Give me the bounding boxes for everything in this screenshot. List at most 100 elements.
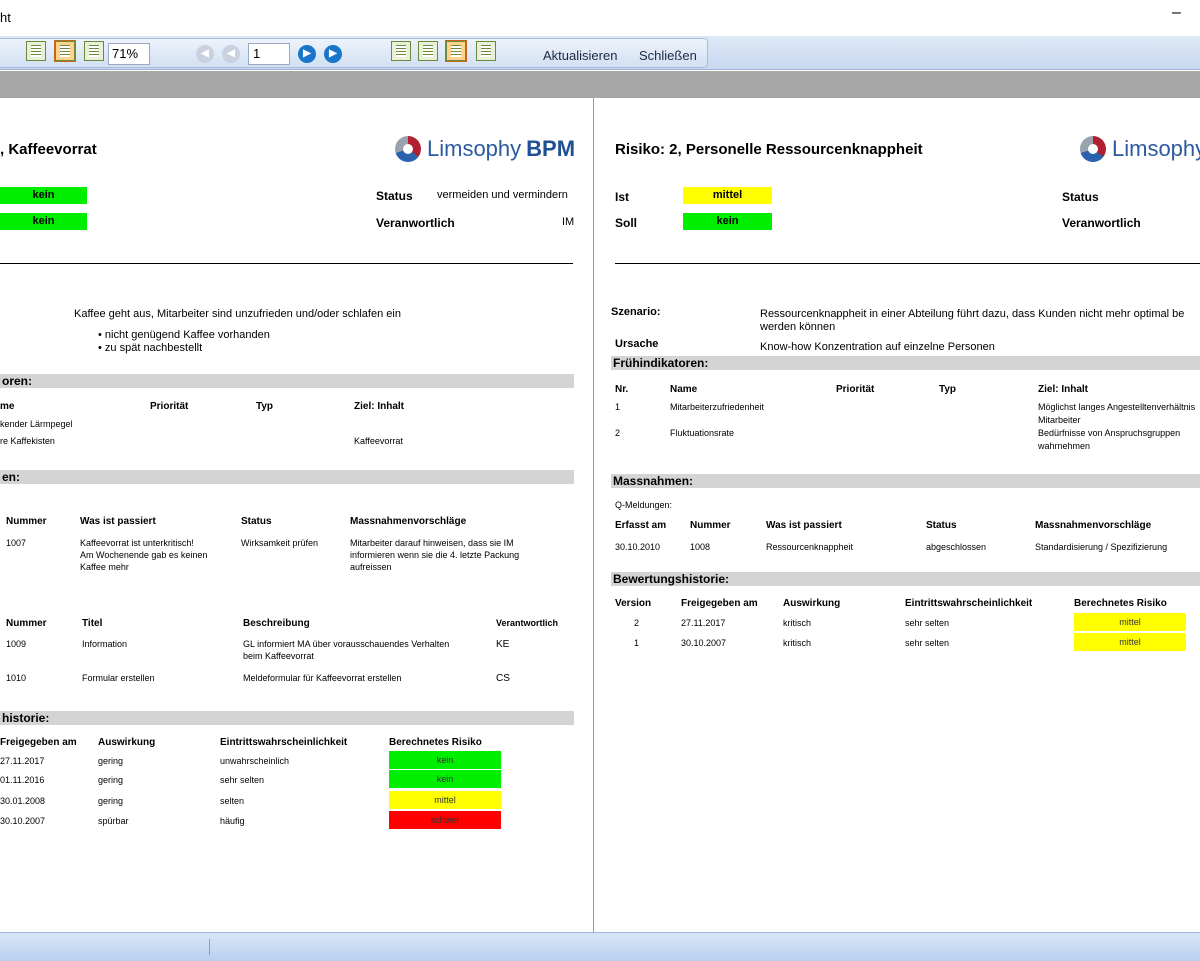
status-value: vermeiden und vermindern — [437, 189, 568, 201]
logo-suffix: BPM — [526, 136, 576, 161]
two-page-view-icon[interactable] — [445, 40, 467, 62]
qm-was: Kaffeevorrat ist unterkritisch! — [80, 538, 194, 548]
fi-row-ziel: Kaffeevorrat — [354, 436, 403, 446]
col-verantwortlich: Verantwortlich — [496, 618, 559, 628]
col-erfasst: Erfasst am — [615, 520, 667, 531]
h-auswirkung: gering — [98, 775, 124, 785]
col-titel: Titel — [82, 618, 103, 629]
col-was: Was ist passiert — [80, 516, 156, 527]
col-status: Status — [241, 516, 272, 527]
scenario-text: Kaffee geht aus, Mitarbeiter sind unzufr… — [74, 308, 401, 320]
title-bar: ht – — [0, 0, 1200, 36]
ist-label: Ist — [615, 190, 630, 204]
col-nr: Nr. — [615, 384, 629, 395]
risk-badge: mittel — [389, 791, 501, 809]
section-historie: Bewertungshistorie: — [611, 572, 1200, 586]
first-page-icon[interactable]: ◀ — [196, 45, 214, 63]
single-page-icon[interactable] — [26, 41, 46, 61]
h-ew: häufig — [220, 816, 245, 826]
multi-page-view-icon[interactable] — [476, 41, 496, 61]
logo-icon — [1080, 136, 1106, 162]
col-was: Was ist passiert — [766, 520, 842, 531]
status-label: Status — [1062, 190, 1099, 204]
qm-erfasst: 30.10.2010 — [615, 542, 661, 552]
col-eintrittswahrscheinlichkeit: Eintrittswahrscheinlichkeit — [220, 737, 348, 748]
page-divider — [593, 98, 594, 932]
prev-page-icon[interactable]: ◀ — [222, 45, 240, 63]
h-ew: unwahrscheinlich — [220, 756, 290, 766]
m-beschreibung: GL informiert MA über vorausschauendes V… — [243, 639, 450, 649]
page-setup-icon[interactable] — [84, 41, 104, 61]
company-logo: Limsophy — [1080, 136, 1200, 162]
h-auswirkung: kritisch — [783, 618, 812, 628]
h-date: 27.11.2017 — [0, 756, 45, 766]
col-auswirkung: Auswirkung — [783, 598, 841, 609]
risk-badge: kein — [389, 751, 501, 769]
qm-status: Wirksamkeit prüfen — [241, 538, 319, 548]
col-nummer: Nummer — [6, 516, 47, 527]
col-vorschlaege: Massnahmenvorschläge — [1035, 520, 1152, 531]
col-typ: Typ — [939, 384, 957, 395]
toolbar-strip: 71% ◀ ◀ 1 ▶ ▶ Aktualisieren Schließen — [0, 38, 708, 68]
m-nummer: 1009 — [6, 639, 27, 649]
h-ew: sehr selten — [905, 638, 950, 648]
col-auswirkung: Auswirkung — [98, 737, 156, 748]
report-page-right: Risiko: 2, Personelle Ressourcenknapphei… — [594, 98, 1200, 932]
soll-badge: kein — [683, 213, 772, 230]
status-label: Status — [376, 189, 413, 203]
report-area[interactable]: , Kaffeevorrat Limsophy BPM kein kein Sta… — [0, 98, 1200, 932]
h-ew: sehr selten — [905, 618, 950, 628]
col-prioritaet: Priorität — [836, 384, 875, 395]
bullet-item: • nicht genügend Kaffee vorhanden — [98, 329, 270, 341]
col-prioritaet: Priorität — [150, 401, 189, 412]
h-auswirkung: gering — [98, 796, 124, 806]
one-page-view-icon[interactable] — [391, 41, 411, 61]
risk-badge: mittel — [1074, 613, 1186, 631]
print-layout-icon[interactable] — [54, 40, 76, 62]
status-separator — [209, 939, 210, 955]
h-date: 30.01.2008 — [0, 796, 46, 806]
close-report-button[interactable]: Schließen — [639, 48, 697, 63]
last-page-icon[interactable]: ▶ — [324, 45, 342, 63]
fi-nr: 2 — [615, 428, 621, 438]
toolbar: 71% ◀ ◀ 1 ▶ ▶ Aktualisieren Schließen — [0, 36, 1200, 70]
fi-ziel: Mitarbeiter — [1038, 415, 1081, 425]
verantwortlich-label: Veranwortlich — [376, 216, 455, 230]
qm-status: abgeschlossen — [926, 542, 987, 552]
soll-badge: kein — [0, 213, 87, 230]
status-bar — [0, 932, 1200, 961]
ist-badge: mittel — [683, 187, 772, 204]
col-eintrittswahrscheinlichkeit: Eintrittswahrscheinlichkeit — [905, 598, 1033, 609]
h-date: 01.11.2016 — [0, 775, 45, 785]
szenario-text: werden können — [760, 321, 836, 333]
m-verantwortlich: KE — [496, 639, 510, 650]
qm-vorschlag: Standardisierung / Spezifizierung — [1035, 542, 1168, 552]
page-number-input[interactable]: 1 — [248, 43, 290, 65]
page-width-view-icon[interactable] — [418, 41, 438, 61]
ursache-label: Ursache — [615, 338, 659, 350]
bullet-item: • zu spät nachbestellt — [98, 342, 203, 354]
m-beschreibung: beim Kaffeevorrat — [243, 651, 314, 661]
h-version: 1 — [634, 638, 640, 648]
col-typ: Typ — [256, 401, 274, 412]
viewer-band — [0, 71, 1200, 98]
window-title: ht — [0, 10, 11, 25]
fi-ziel: Möglichst langes Angestelltenverhältnis — [1038, 402, 1196, 412]
fi-ziel: Bedürfnisse von Anspruchsgruppen — [1038, 428, 1181, 438]
m-verantwortlich: CS — [496, 673, 510, 684]
h-auswirkung: gering — [98, 756, 124, 766]
divider-rule — [0, 263, 573, 264]
divider-rule — [615, 263, 1200, 264]
ist-badge: kein — [0, 187, 87, 204]
refresh-button[interactable]: Aktualisieren — [543, 48, 617, 63]
col-version: Version — [615, 598, 652, 609]
col-nummer: Nummer — [6, 618, 47, 629]
zoom-input[interactable]: 71% — [108, 43, 150, 65]
szenario-label: Szenario: — [611, 306, 661, 318]
fi-nr: 1 — [615, 402, 621, 412]
page-title: , Kaffeevorrat — [0, 141, 97, 158]
qm-vorschlag: informieren wenn sie die 4. letzte Packu… — [350, 550, 520, 560]
minimize-button[interactable]: – — [1172, 4, 1181, 22]
risk-badge: schwer — [389, 811, 501, 829]
next-page-icon[interactable]: ▶ — [298, 45, 316, 63]
